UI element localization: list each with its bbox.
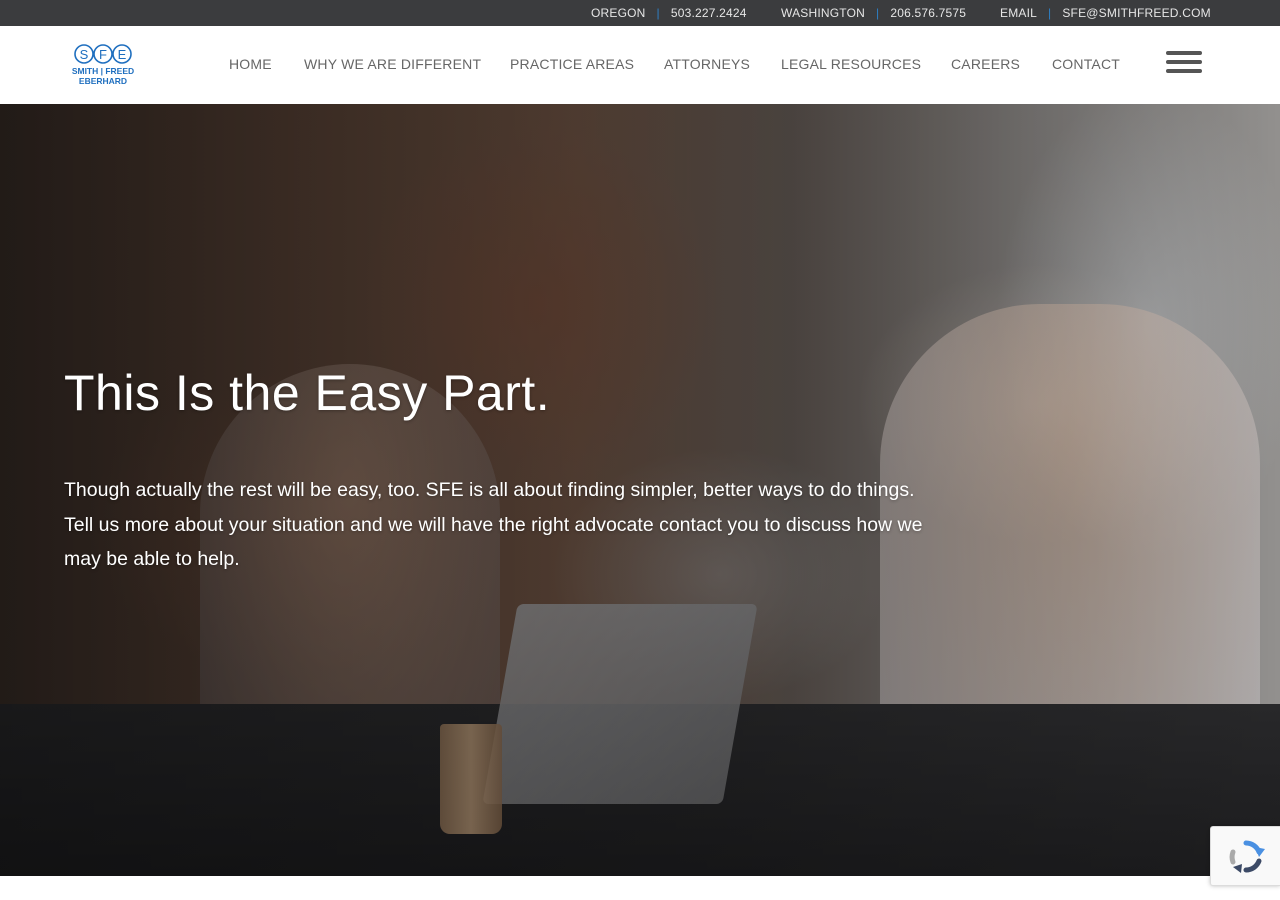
hamburger-bar (1166, 69, 1202, 73)
washington-phone-link[interactable]: 206.576.7575 (890, 6, 966, 20)
hamburger-bar (1166, 51, 1202, 55)
nav-practice-areas[interactable]: PRACTICE AREAS (510, 56, 634, 72)
email-contact: EMAIL | SFE@SMITHFREED.COM (1000, 0, 1211, 26)
washington-label: WASHINGTON (781, 6, 866, 20)
hamburger-bar (1166, 60, 1202, 64)
washington-contact: WASHINGTON | 206.576.7575 (781, 0, 966, 26)
oregon-label: OREGON (591, 6, 646, 20)
separator: | (1048, 6, 1052, 20)
separator: | (876, 6, 880, 20)
hero-banner: This Is the Easy Part. Though actually t… (0, 104, 1280, 876)
site-header: S F E SMITH | FREED EBERHARD HOME WHY WE… (0, 26, 1280, 104)
recaptcha-icon (1229, 840, 1265, 873)
nav-attorneys[interactable]: ATTORNEYS (664, 56, 750, 72)
nav-why-we-are-different[interactable]: WHY WE ARE DIFFERENT (304, 56, 481, 72)
hamburger-menu-icon[interactable] (1166, 49, 1202, 77)
email-link[interactable]: SFE@SMITHFREED.COM (1062, 6, 1210, 20)
separator: | (656, 6, 660, 20)
hero-body-text: Though actually the rest will be easy, t… (64, 479, 923, 570)
nav-legal-resources[interactable]: LEGAL RESOURCES (781, 56, 921, 72)
hero-title: This Is the Easy Part. (64, 365, 551, 421)
nav-contact[interactable]: CONTACT (1052, 56, 1120, 72)
main-nav: HOME WHY WE ARE DIFFERENT PRACTICE AREAS… (0, 26, 1280, 104)
recaptcha-badge[interactable] (1210, 826, 1280, 886)
nav-careers[interactable]: CAREERS (951, 56, 1020, 72)
nav-home[interactable]: HOME (229, 56, 272, 72)
top-contact-bar: OREGON | 503.227.2424 WASHINGTON | 206.5… (0, 0, 1280, 26)
oregon-phone-link[interactable]: 503.227.2424 (671, 6, 747, 20)
oregon-contact: OREGON | 503.227.2424 (591, 0, 747, 26)
email-label: EMAIL (1000, 6, 1038, 20)
